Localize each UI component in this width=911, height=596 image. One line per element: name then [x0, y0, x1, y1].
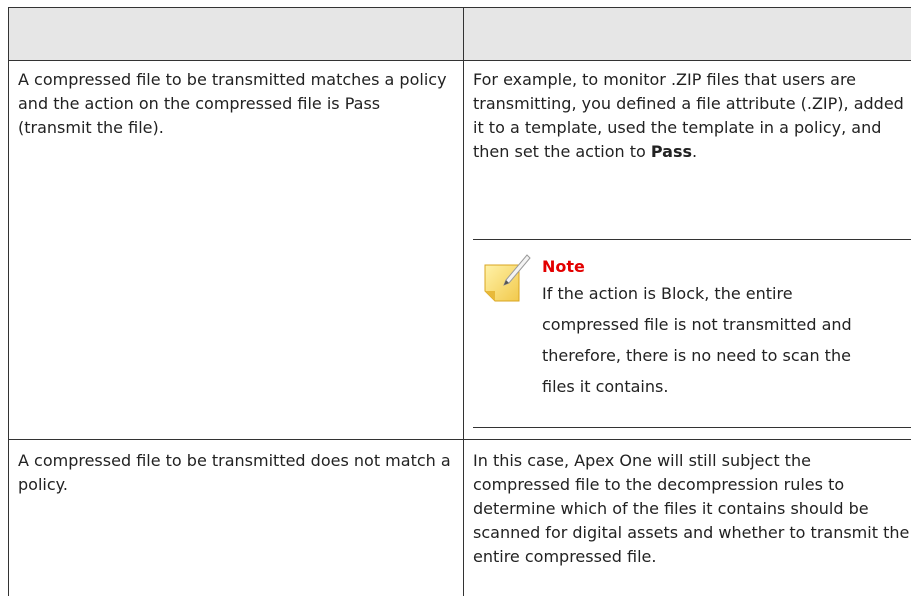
header-cell-description: [464, 8, 911, 60]
table-row: A compressed file to be transmitted matc…: [18, 68, 454, 140]
column-divider: [463, 7, 464, 596]
table-top-border: [8, 7, 911, 8]
note-body: If the action is Block, the entire compr…: [542, 284, 852, 396]
pass-emphasis: Pass: [650, 142, 692, 161]
description-text: In this case, Apex One will still subjec…: [473, 451, 910, 566]
description-text: For example, to monitor .ZIP files that …: [473, 70, 904, 161]
row-divider: [8, 439, 911, 440]
note-top-rule: [473, 239, 911, 240]
note-bottom-rule: [473, 427, 911, 428]
condition-text: A compressed file to be transmitted does…: [18, 451, 451, 494]
decompression-table: A compressed file to be transmitted matc…: [0, 0, 911, 596]
condition-text: A compressed file to be transmitted matc…: [18, 70, 447, 137]
header-bottom-border: [8, 60, 911, 61]
description-cell: For example, to monitor .ZIP files that …: [473, 68, 911, 164]
header-cell-condition: [9, 8, 464, 60]
description-cell: In this case, Apex One will still subjec…: [473, 449, 911, 569]
note-pencil-icon: [483, 253, 531, 303]
note-title: Note: [542, 257, 585, 276]
note-content: Note If the action is Block, the entire …: [542, 256, 882, 402]
table-row: A compressed file to be transmitted does…: [18, 449, 454, 497]
table-left-border: [8, 7, 9, 596]
